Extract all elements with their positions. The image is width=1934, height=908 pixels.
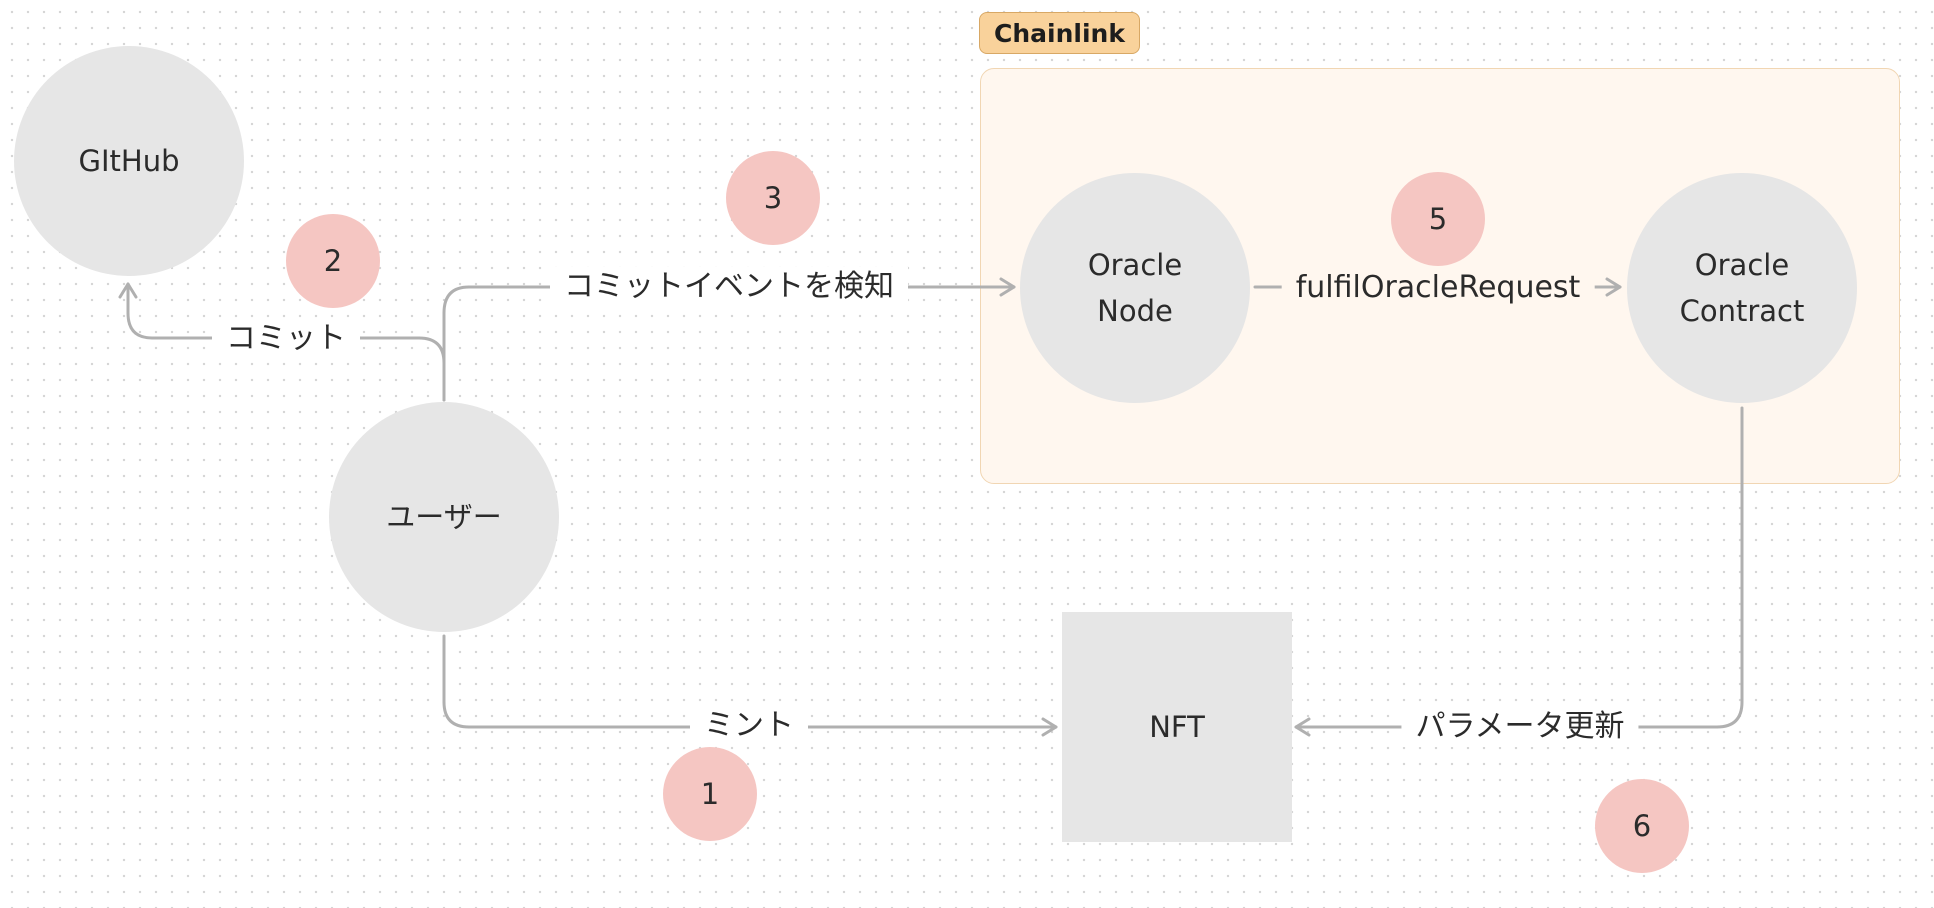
edge-label-fulfil: fulfilOracleRequest bbox=[1281, 268, 1595, 308]
step-badge-1: 1 bbox=[663, 747, 757, 841]
step-badge-3: 3 bbox=[726, 151, 820, 245]
node-nft[interactable]: NFT bbox=[1062, 612, 1292, 842]
node-user-label: ユーザー bbox=[386, 500, 502, 534]
node-oracle-contract[interactable]: Oracle Contract bbox=[1627, 173, 1857, 403]
edge-label-detect: コミットイベントを検知 bbox=[550, 267, 908, 307]
node-github-label: GItHub bbox=[78, 144, 180, 178]
edge-update bbox=[1294, 406, 1744, 737]
step-badge-2: 2 bbox=[286, 214, 380, 308]
node-github[interactable]: GItHub bbox=[14, 46, 244, 276]
step-badge-5: 5 bbox=[1391, 172, 1485, 266]
node-oracle-node-label: Oracle Node bbox=[1087, 248, 1183, 328]
edge-label-commit: コミット bbox=[212, 319, 360, 359]
node-oracle-node[interactable]: Oracle Node bbox=[1020, 173, 1250, 403]
node-user[interactable]: ユーザー bbox=[329, 402, 559, 632]
edges-layer bbox=[118, 277, 1744, 737]
edge-label-update: パラメータ更新 bbox=[1401, 707, 1639, 747]
step-badge-6: 6 bbox=[1595, 779, 1689, 873]
node-nft-label: NFT bbox=[1149, 710, 1205, 744]
edge-label-mint: ミント bbox=[690, 706, 808, 746]
node-oracle-contract-label: Oracle Contract bbox=[1679, 248, 1805, 328]
